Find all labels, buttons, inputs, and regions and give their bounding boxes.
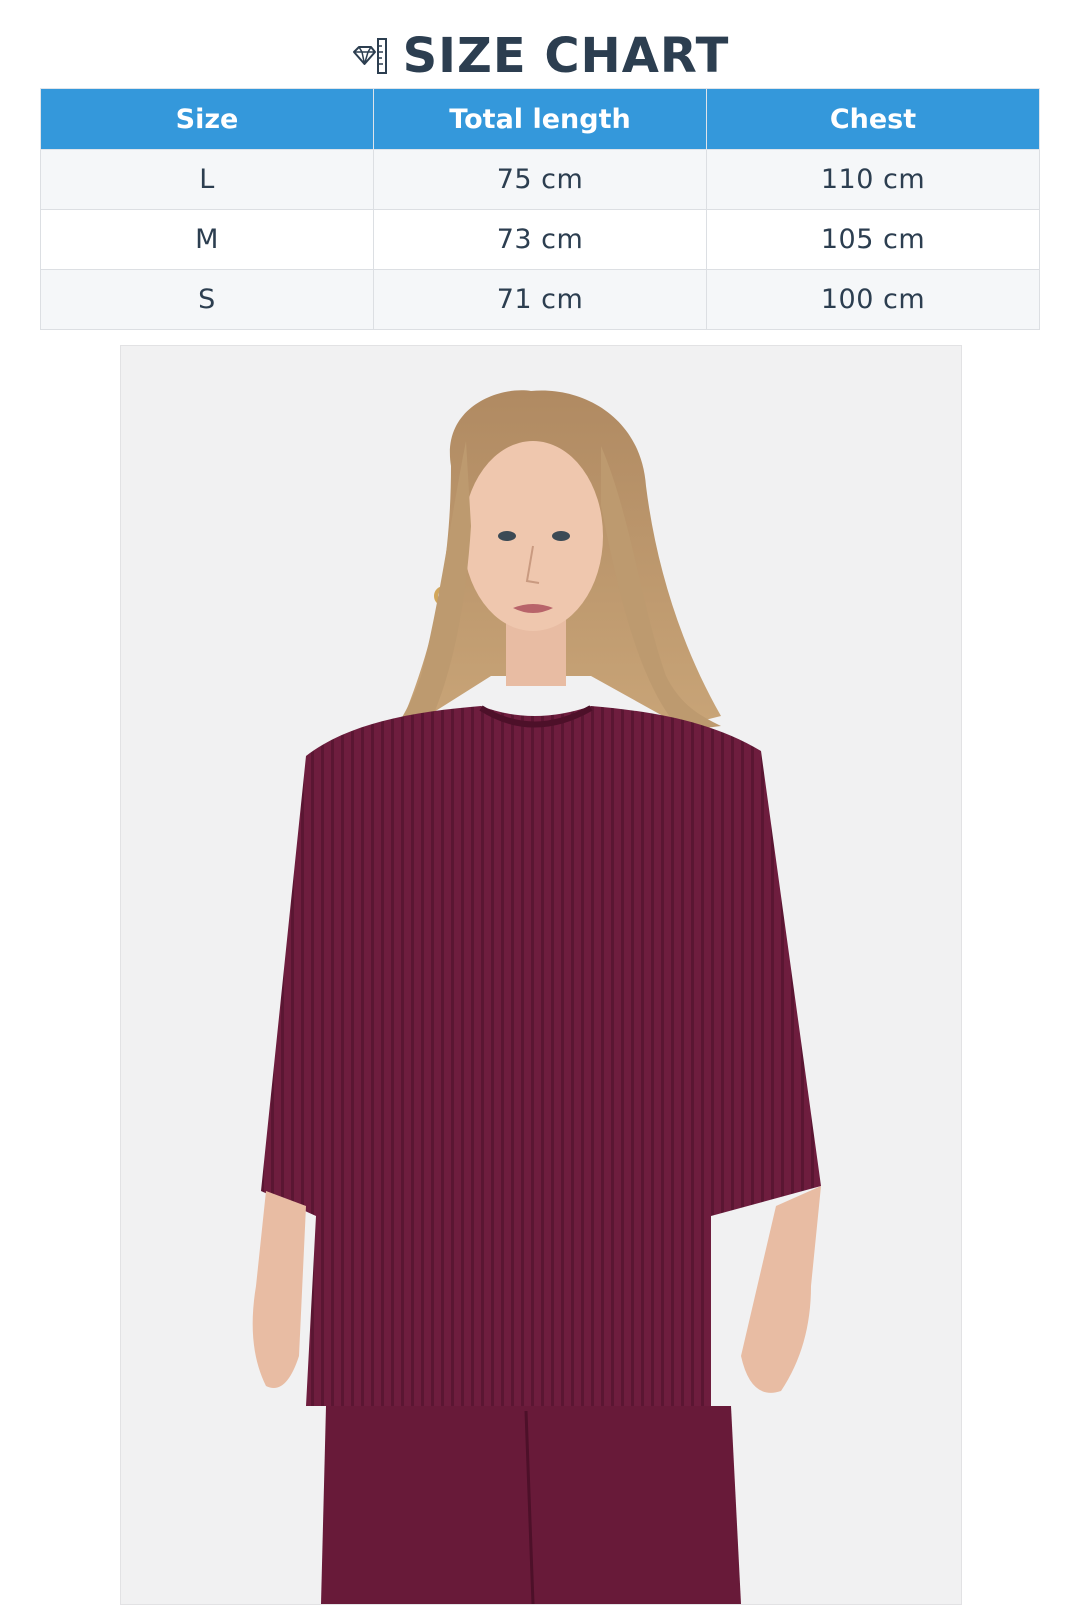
size-table: Size Total length Chest L 75 cm 110 cm M… <box>40 88 1040 330</box>
chest-cell: 110 cm <box>706 149 1040 210</box>
total-length-cell: 75 cm <box>373 149 707 210</box>
page-title: SIZE CHART <box>402 28 730 84</box>
ruler-diamond-icon <box>351 36 389 76</box>
chest-cell: 100 cm <box>706 269 1040 330</box>
size-chart-header: SIZE CHART <box>0 24 1080 88</box>
size-cell: M <box>40 209 374 270</box>
model-illustration <box>252 390 821 1604</box>
product-photo <box>120 345 962 1605</box>
table-row: S 71 cm 100 cm <box>40 269 1040 330</box>
table-row: L 75 cm 110 cm <box>40 149 1040 210</box>
chest-cell: 105 cm <box>706 209 1040 270</box>
total-length-cell: 71 cm <box>373 269 707 330</box>
size-cell: S <box>40 269 374 330</box>
size-cell: L <box>40 149 374 210</box>
total-length-cell: 73 cm <box>373 209 707 270</box>
column-header-size: Size <box>40 88 374 150</box>
table-row: M 73 cm 105 cm <box>40 209 1040 270</box>
table-header-row: Size Total length Chest <box>40 88 1040 150</box>
column-header-chest: Chest <box>706 88 1040 150</box>
column-header-total-length: Total length <box>373 88 707 150</box>
